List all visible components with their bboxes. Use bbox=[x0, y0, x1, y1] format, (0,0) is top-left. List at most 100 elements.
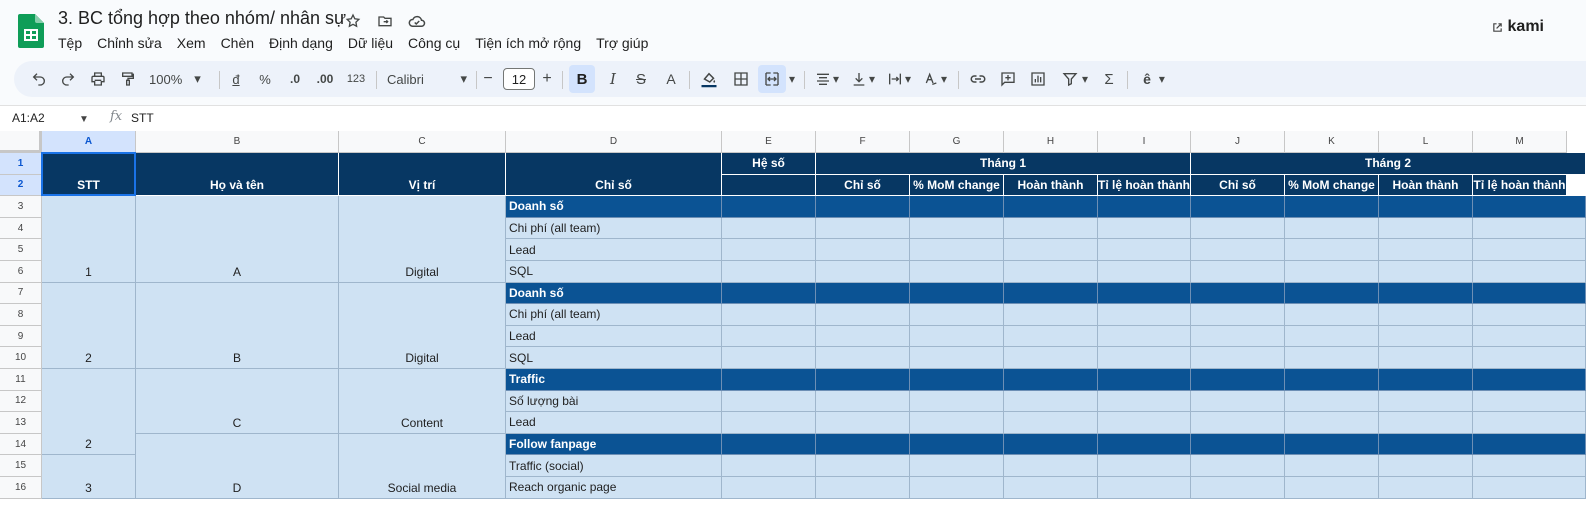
data-cell[interactable] bbox=[1379, 217, 1473, 240]
percent-format-button[interactable]: % bbox=[257, 61, 273, 97]
column-header-c[interactable]: C bbox=[339, 131, 506, 153]
data-cell[interactable] bbox=[816, 304, 910, 326]
data-cell[interactable] bbox=[1191, 433, 1285, 456]
group-stt-cell[interactable]: 1 bbox=[42, 196, 136, 283]
data-cell[interactable] bbox=[1473, 217, 1586, 240]
data-cell[interactable] bbox=[910, 325, 1004, 348]
menu-view[interactable]: Xem bbox=[170, 35, 213, 51]
font-size-input[interactable]: 12 bbox=[503, 68, 535, 90]
data-cell[interactable] bbox=[722, 369, 816, 391]
data-cell[interactable] bbox=[1004, 325, 1098, 348]
row-header-11[interactable]: 11 bbox=[0, 369, 42, 391]
data-cell[interactable] bbox=[1191, 325, 1285, 348]
data-cell[interactable] bbox=[910, 455, 1004, 477]
data-cell[interactable] bbox=[910, 347, 1004, 369]
data-cell[interactable] bbox=[1285, 390, 1379, 413]
data-cell[interactable] bbox=[816, 217, 910, 240]
row-header-4[interactable]: 4 bbox=[0, 217, 42, 240]
data-cell[interactable] bbox=[910, 369, 1004, 391]
star-icon[interactable] bbox=[343, 11, 363, 31]
data-cell[interactable] bbox=[1098, 369, 1191, 391]
undo-icon[interactable] bbox=[28, 61, 50, 97]
row-header-12[interactable]: 12 bbox=[0, 390, 42, 413]
data-cell[interactable] bbox=[722, 390, 816, 413]
data-cell[interactable] bbox=[1473, 455, 1586, 477]
currency-format-button[interactable]: đ bbox=[228, 61, 244, 97]
data-cell[interactable] bbox=[1004, 433, 1098, 456]
row-header-13[interactable]: 13 bbox=[0, 412, 42, 434]
redo-icon[interactable] bbox=[57, 61, 79, 97]
subheader-m2-1[interactable]: Chỉ số bbox=[1191, 174, 1285, 197]
subheader-m2-4[interactable]: Tỉ lệ hoàn thành bbox=[1473, 174, 1567, 197]
data-cell[interactable] bbox=[1379, 390, 1473, 413]
data-cell[interactable] bbox=[816, 347, 910, 369]
row-header-9[interactable]: 9 bbox=[0, 325, 42, 348]
fill-color-icon[interactable] bbox=[698, 61, 720, 97]
data-cell[interactable] bbox=[1098, 412, 1191, 434]
data-cell[interactable] bbox=[910, 196, 1004, 218]
data-cell[interactable] bbox=[1004, 261, 1098, 283]
data-cell[interactable] bbox=[1285, 455, 1379, 477]
menu-file[interactable]: Tệp bbox=[58, 35, 89, 51]
data-cell[interactable] bbox=[1004, 455, 1098, 477]
column-header-d[interactable]: D bbox=[506, 131, 722, 153]
data-cell[interactable] bbox=[722, 261, 816, 283]
row-header-2[interactable]: 2 bbox=[0, 174, 42, 197]
metric-cell[interactable]: Traffic bbox=[506, 369, 722, 391]
data-cell[interactable] bbox=[816, 477, 910, 499]
data-cell[interactable] bbox=[722, 412, 816, 434]
header-month-2[interactable]: Tháng 2 bbox=[1191, 153, 1586, 175]
data-cell[interactable] bbox=[1004, 412, 1098, 434]
font-select[interactable]: Calibri ▾ bbox=[387, 61, 467, 97]
data-cell[interactable] bbox=[1004, 282, 1098, 305]
menu-insert[interactable]: Chèn bbox=[214, 35, 261, 51]
data-cell[interactable] bbox=[816, 196, 910, 218]
data-cell[interactable] bbox=[1098, 196, 1191, 218]
metric-cell[interactable]: Số lượng bài bbox=[506, 390, 722, 413]
data-cell[interactable] bbox=[1379, 347, 1473, 369]
data-cell[interactable] bbox=[1191, 196, 1285, 218]
header-metric[interactable]: Chỉ số bbox=[506, 153, 722, 197]
metric-cell[interactable]: Lead bbox=[506, 412, 722, 434]
data-cell[interactable] bbox=[1004, 347, 1098, 369]
data-cell[interactable] bbox=[1285, 412, 1379, 434]
data-cell[interactable] bbox=[816, 239, 910, 261]
data-cell[interactable] bbox=[910, 304, 1004, 326]
data-cell[interactable] bbox=[1473, 261, 1586, 283]
data-cell[interactable] bbox=[1285, 217, 1379, 240]
row-header-5[interactable]: 5 bbox=[0, 239, 42, 261]
column-header-l[interactable]: L bbox=[1379, 131, 1473, 153]
data-cell[interactable] bbox=[722, 239, 816, 261]
paint-format-icon[interactable] bbox=[117, 61, 139, 97]
data-cell[interactable] bbox=[1473, 304, 1586, 326]
data-cell[interactable] bbox=[910, 433, 1004, 456]
data-cell[interactable] bbox=[1473, 347, 1586, 369]
metric-cell[interactable]: Lead bbox=[506, 239, 722, 261]
group-name-cell[interactable]: C bbox=[136, 369, 339, 434]
data-cell[interactable] bbox=[1191, 412, 1285, 434]
data-cell[interactable] bbox=[1004, 217, 1098, 240]
data-cell[interactable] bbox=[1191, 239, 1285, 261]
row-header-6[interactable]: 6 bbox=[0, 261, 42, 283]
kami-extension[interactable]: kami bbox=[1492, 18, 1544, 36]
subheader-m1-3[interactable]: Hoàn thành bbox=[1004, 174, 1098, 197]
select-all-corner[interactable] bbox=[0, 131, 42, 153]
decrease-decimal-button[interactable]: .0 bbox=[285, 61, 305, 97]
strikethrough-button[interactable]: S bbox=[631, 61, 651, 97]
data-cell[interactable] bbox=[1379, 325, 1473, 348]
metric-cell[interactable]: Chi phí (all team) bbox=[506, 217, 722, 240]
data-cell[interactable] bbox=[1473, 433, 1586, 456]
borders-icon[interactable] bbox=[730, 61, 752, 97]
data-cell[interactable] bbox=[1098, 325, 1191, 348]
data-cell[interactable] bbox=[910, 390, 1004, 413]
data-cell[interactable] bbox=[1379, 196, 1473, 218]
data-cell[interactable] bbox=[1285, 261, 1379, 283]
group-stt-cell[interactable]: 2 bbox=[42, 282, 136, 369]
data-cell[interactable] bbox=[1285, 239, 1379, 261]
number-format-button[interactable]: 123 bbox=[344, 61, 368, 97]
data-cell[interactable] bbox=[1473, 196, 1586, 218]
data-cell[interactable] bbox=[1473, 477, 1586, 499]
document-title[interactable]: 3. BC tổng hợp theo nhóm/ nhân sự bbox=[58, 8, 346, 29]
data-cell[interactable] bbox=[722, 477, 816, 499]
data-cell[interactable] bbox=[1191, 455, 1285, 477]
